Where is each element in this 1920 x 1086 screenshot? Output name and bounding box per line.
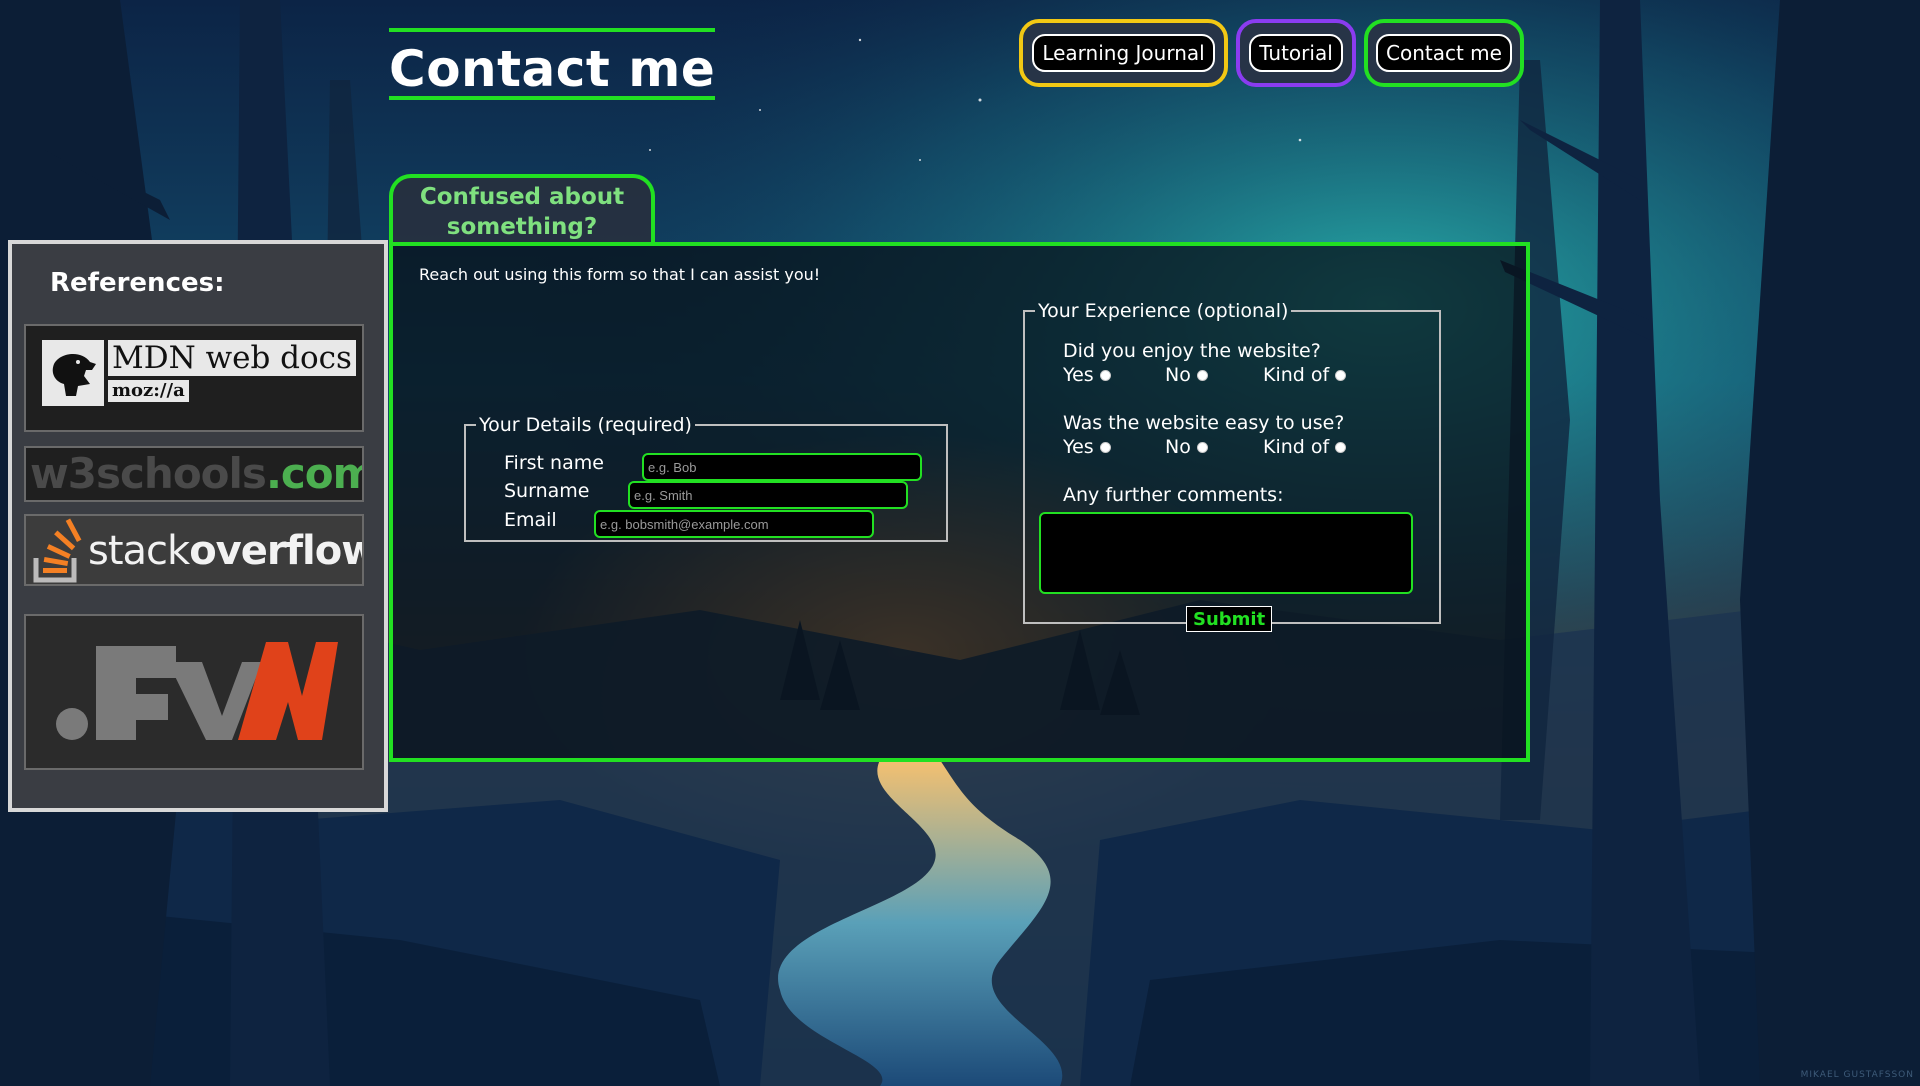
nav-item-tutorial[interactable]: Tutorial	[1236, 19, 1356, 87]
nav-label-contact-me[interactable]: Contact me	[1376, 34, 1512, 72]
easy-kindof-radio[interactable]	[1335, 441, 1347, 453]
confused-tab-label: Confused about something?	[419, 184, 625, 240]
w3schools-link[interactable]: w3schools.com	[24, 446, 364, 502]
stackoverflow-icon	[30, 518, 86, 584]
enjoy-no-option[interactable]: No	[1165, 364, 1208, 386]
fvm-logo	[56, 642, 338, 740]
enjoy-question: Did you enjoy the website?	[1063, 340, 1321, 362]
w3schools-logo: w3schools.com	[30, 448, 362, 500]
easy-question: Was the website easy to use?	[1063, 412, 1345, 434]
page-title: Contact me	[389, 28, 716, 100]
your-details-legend: Your Details (required)	[479, 414, 692, 436]
mdn-dino-icon	[42, 340, 104, 406]
email-label: Email	[504, 509, 557, 531]
stackoverflow-wordmark: stackoverflow	[88, 526, 364, 576]
top-nav: Learning Journal Tutorial Contact me	[1019, 19, 1524, 87]
contact-form-panel: Reach out using this form so that I can …	[389, 242, 1530, 762]
nav-item-contact-me[interactable]: Contact me	[1364, 19, 1524, 87]
easy-yes-label: Yes	[1063, 436, 1094, 458]
surname-label: Surname	[504, 480, 590, 502]
enjoy-kindof-label: Kind of	[1263, 364, 1330, 386]
first-name-label: First name	[504, 452, 604, 474]
enjoy-yes-radio[interactable]	[1099, 369, 1111, 381]
mdn-web-docs-link[interactable]: MDN web docs moz://a	[24, 324, 364, 432]
comments-textarea[interactable]	[1039, 512, 1413, 594]
submit-button[interactable]: Submit	[1186, 606, 1273, 632]
your-experience-fieldset: Your Experience (optional) Did you enjoy…	[1023, 300, 1441, 632]
artist-credit: MIKAEL GUSTAFSSON	[1800, 1070, 1914, 1080]
easy-no-radio[interactable]	[1196, 441, 1208, 453]
easy-no-label: No	[1165, 436, 1191, 458]
first-name-input[interactable]	[642, 453, 922, 481]
enjoy-kindof-option[interactable]: Kind of	[1263, 364, 1347, 386]
easy-yes-option[interactable]: Yes	[1063, 436, 1111, 458]
enjoy-kindof-radio[interactable]	[1335, 369, 1347, 381]
easy-no-option[interactable]: No	[1165, 436, 1208, 458]
surname-input[interactable]	[628, 481, 908, 509]
enjoy-no-radio[interactable]	[1196, 369, 1208, 381]
stackoverflow-wordmark-bold: overflow	[189, 528, 364, 574]
mdn-title: MDN web docs	[108, 340, 356, 376]
enjoy-no-label: No	[1165, 364, 1191, 386]
enjoy-yes-label: Yes	[1063, 364, 1094, 386]
email-input[interactable]	[594, 510, 874, 538]
mdn-mozilla-label: moz://a	[108, 380, 189, 402]
your-details-fieldset: Your Details (required) First name Surna…	[464, 414, 948, 542]
comments-label: Any further comments:	[1063, 484, 1284, 506]
fvm-link[interactable]	[24, 614, 364, 770]
references-heading: References:	[50, 268, 225, 298]
enjoy-yes-option[interactable]: Yes	[1063, 364, 1111, 386]
nav-label-learning-journal[interactable]: Learning Journal	[1032, 34, 1215, 72]
form-intro-text: Reach out using this form so that I can …	[419, 265, 821, 284]
nav-label-tutorial[interactable]: Tutorial	[1249, 34, 1343, 72]
stackoverflow-link[interactable]: stackoverflow	[24, 514, 364, 586]
easy-kindof-label: Kind of	[1263, 436, 1330, 458]
w3schools-tld: .com	[265, 449, 362, 498]
w3schools-name: w3schools	[30, 449, 267, 498]
references-sidebar: References: MDN web docs moz://a w3schoo…	[8, 240, 388, 812]
your-experience-legend: Your Experience (optional)	[1038, 300, 1289, 322]
easy-kindof-option[interactable]: Kind of	[1263, 436, 1347, 458]
confused-tab: Confused about something?	[389, 174, 655, 246]
easy-yes-radio[interactable]	[1099, 441, 1111, 453]
stackoverflow-wordmark-light: stack	[88, 528, 190, 574]
nav-item-learning-journal[interactable]: Learning Journal	[1019, 19, 1228, 87]
